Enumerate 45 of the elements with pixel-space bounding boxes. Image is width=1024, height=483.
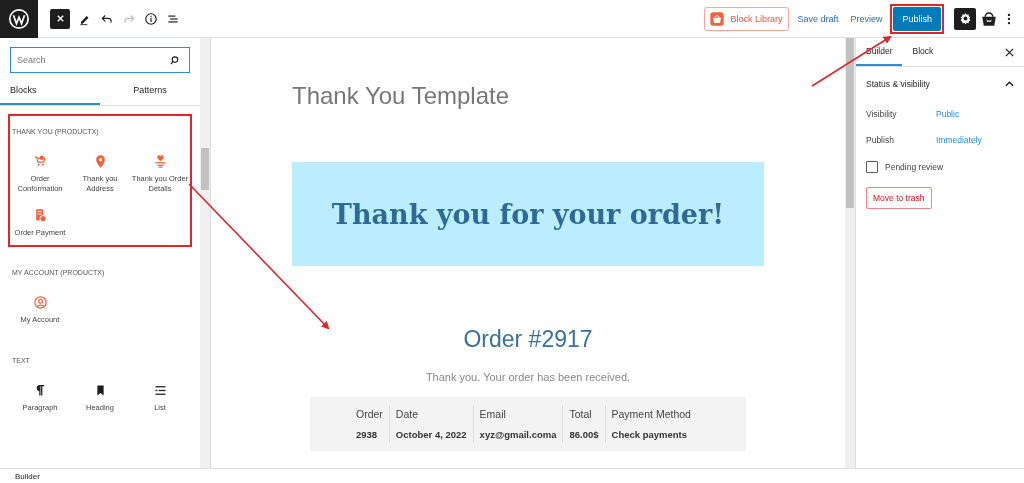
user-circle-icon — [32, 295, 48, 311]
column-header: Order — [356, 408, 383, 420]
wordpress-logo-icon[interactable] — [0, 0, 38, 38]
search-icon[interactable] — [169, 54, 180, 66]
close-icon[interactable] — [1005, 47, 1014, 57]
setting-value-link[interactable]: Immediately — [936, 135, 982, 145]
setting-value-link[interactable]: Public — [936, 109, 960, 119]
sidebar-tab[interactable]: Block — [902, 38, 944, 66]
table-cell: 86.00$ — [569, 429, 599, 440]
setting-label: Publish — [866, 135, 895, 145]
checkbox[interactable] — [866, 161, 878, 173]
basket-icon[interactable] — [980, 9, 998, 28]
block-library-button[interactable]: Block Library — [704, 6, 790, 31]
table-cell-text: Check payments — [611, 429, 689, 440]
order-heading: Order #2917 — [463, 326, 593, 353]
cart-icon — [32, 154, 48, 169]
table-cell: xyz@gmail.coma — [479, 429, 557, 440]
sidebar-tab[interactable]: Builder — [856, 38, 903, 66]
scrollbar[interactable] — [200, 38, 210, 468]
table-cell-text: 2938 — [356, 429, 379, 440]
column-header: Email — [479, 408, 507, 420]
info-icon[interactable] — [144, 11, 158, 26]
column-header: Payment Method — [611, 408, 691, 420]
inserter-tab[interactable]: Blocks — [0, 77, 100, 105]
move-to-trash-button[interactable]: Move to trash — [866, 187, 932, 209]
column-header: Total — [569, 408, 593, 420]
table-cell: October 4, 2022 — [395, 429, 467, 440]
banner-heading: Thank you for your order! — [331, 198, 725, 230]
publish-button[interactable]: Publish — [893, 6, 941, 31]
shopping-bag-icon — [709, 10, 726, 27]
column-header: Date — [395, 408, 420, 420]
inserter-tab[interactable]: Patterns — [100, 77, 200, 105]
breadcrumb[interactable]: Builder — [15, 472, 40, 481]
setting-label: Visibility — [866, 109, 898, 119]
preview-link[interactable]: Preview — [846, 9, 887, 28]
order-message: Thank you. Your order has been received. — [425, 371, 631, 383]
settings-icon[interactable] — [954, 7, 976, 30]
close-icon[interactable] — [50, 8, 70, 29]
search-field[interactable]: Search — [10, 47, 190, 73]
scrollbar[interactable] — [845, 38, 855, 468]
save-draft-link[interactable]: Save draft — [793, 9, 843, 28]
checkbox-label: Pending review — [885, 162, 944, 172]
panel-title[interactable]: Status & visibility — [866, 79, 930, 89]
page-title: Thank You Template — [292, 82, 511, 110]
chevron-up-icon[interactable] — [1005, 81, 1014, 87]
